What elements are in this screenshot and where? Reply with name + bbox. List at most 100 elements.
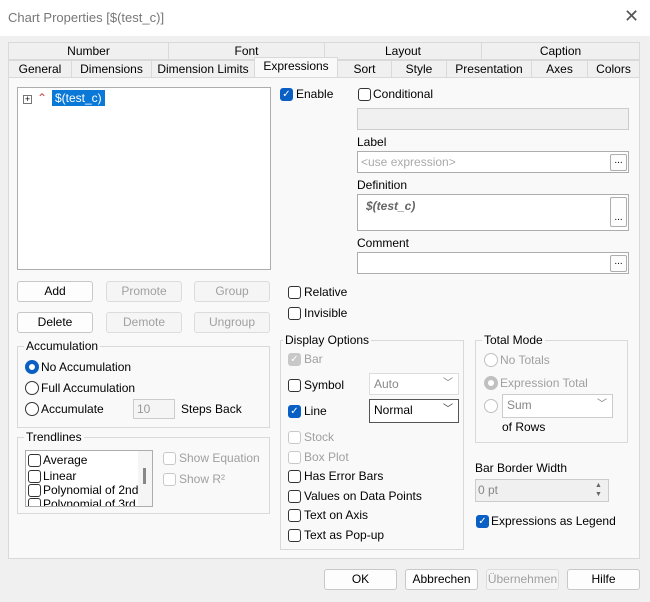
tab-layout[interactable]: Layout — [324, 42, 482, 60]
invisible-checkbox[interactable] — [288, 307, 301, 320]
tab-colors[interactable]: Colors — [587, 60, 640, 78]
comment-label: Comment — [357, 236, 410, 250]
text-on-axis-checkbox[interactable] — [288, 509, 301, 522]
text-popup-checkbox[interactable] — [288, 529, 301, 542]
ok-button[interactable]: OK — [324, 569, 397, 590]
demote-button[interactable]: Demote — [106, 312, 182, 333]
no-totals-label: No Totals — [500, 353, 550, 367]
no-accumulation-label: No Accumulation — [41, 360, 132, 374]
show-equation-checkbox[interactable] — [163, 452, 176, 465]
enable-label: Enable — [296, 87, 334, 101]
tab-number[interactable]: Number — [8, 42, 169, 60]
bar-border-width-value: 0 pt — [478, 483, 499, 497]
window-title: Chart Properties [$(test_c)] — [8, 10, 165, 25]
line-style-value: Normal — [374, 403, 413, 417]
add-button[interactable]: Add — [17, 281, 93, 302]
trendlines-title: Trendlines — [24, 430, 84, 444]
trend-average-checkbox[interactable] — [28, 454, 41, 467]
trend-linear-checkbox[interactable] — [28, 470, 41, 483]
trend-poly3-checkbox[interactable] — [28, 498, 41, 506]
symbol-value: Auto — [374, 377, 399, 391]
box-plot-checkbox[interactable] — [288, 451, 301, 464]
spinner-icon[interactable]: ▲ ▼ — [591, 481, 606, 500]
close-icon[interactable]: ✕ — [624, 6, 639, 27]
bar-checkbox[interactable]: ✓ — [288, 353, 301, 366]
aggregation-value: Sum — [507, 398, 532, 412]
aggregation-select[interactable]: Sum ﹀ — [502, 394, 613, 418]
tab-expressions[interactable]: Expressions — [254, 57, 338, 77]
delete-button[interactable]: Delete — [17, 312, 93, 333]
text-on-axis-label: Text on Axis — [304, 508, 369, 522]
cancel-button[interactable]: Abbrechen — [405, 569, 478, 590]
expand-icon[interactable]: + — [23, 95, 32, 104]
trendlines-list[interactable]: Average Linear Polynomial of 2nd d Polyn… — [25, 450, 153, 507]
conditional-checkbox[interactable] — [358, 88, 371, 101]
no-accumulation-radio[interactable] — [25, 360, 39, 374]
label-input[interactable]: <use expression> — [357, 151, 629, 173]
trend-poly3-label: Polynomial of 3rd de — [43, 497, 153, 507]
trendlines-scrollbar[interactable] — [138, 451, 152, 506]
apply-button[interactable]: Übernehmen — [486, 569, 559, 590]
steps-back-label: Steps Back — [181, 402, 242, 416]
stock-checkbox[interactable] — [288, 431, 301, 444]
symbol-label: Symbol — [304, 378, 345, 392]
accumulate-radio[interactable] — [25, 402, 39, 416]
definition-value: $(test_c) — [366, 199, 416, 213]
accumulation-title: Accumulation — [24, 339, 101, 353]
trend-linear-label: Linear — [43, 469, 77, 483]
symbol-select[interactable]: Auto ﹀ — [369, 373, 459, 395]
tab-general[interactable]: General — [8, 60, 72, 78]
values-on-points-checkbox[interactable] — [288, 490, 301, 503]
bar-border-width-label: Bar Border Width — [475, 461, 568, 475]
total-mode-group: Total Mode — [475, 333, 628, 443]
expression-total-radio[interactable] — [484, 376, 498, 390]
no-totals-radio[interactable] — [484, 353, 498, 367]
of-rows-label: of Rows — [502, 420, 546, 434]
box-plot-label: Box Plot — [304, 450, 349, 464]
label-more-button[interactable]: ... — [610, 154, 627, 171]
tab-sort[interactable]: Sort — [337, 60, 392, 78]
definition-more-button[interactable]: ... — [610, 197, 627, 227]
total-mode-title: Total Mode — [482, 333, 545, 347]
line-chart-icon: ⌃ — [37, 91, 48, 105]
tab-axes[interactable]: Axes — [531, 60, 588, 78]
chevron-down-icon: ﹀ — [443, 378, 453, 389]
full-accumulation-label: Full Accumulation — [41, 381, 136, 395]
expression-tree[interactable]: + ⌃ $(test_c) — [17, 87, 271, 270]
tab-style[interactable]: Style — [391, 60, 447, 78]
aggregation-radio[interactable] — [484, 399, 498, 413]
tab-dimension-limits[interactable]: Dimension Limits — [151, 60, 255, 78]
steps-back-input[interactable]: 10 — [133, 399, 175, 419]
comment-more-button[interactable]: ... — [610, 255, 627, 272]
expression-total-label: Expression Total — [500, 376, 588, 390]
tab-caption[interactable]: Caption — [481, 42, 640, 60]
expression-item[interactable]: $(test_c) — [52, 90, 105, 106]
line-checkbox[interactable]: ✓ — [288, 405, 301, 418]
expressions-legend-checkbox[interactable]: ✓ — [476, 515, 489, 528]
relative-checkbox[interactable] — [288, 286, 301, 299]
relative-label: Relative — [304, 285, 348, 299]
show-r2-checkbox[interactable] — [163, 473, 176, 486]
label-field-label: Label — [357, 135, 387, 149]
symbol-checkbox[interactable] — [288, 379, 301, 392]
help-button[interactable]: Hilfe — [567, 569, 640, 590]
enable-checkbox[interactable]: ✓ — [280, 88, 293, 101]
trend-poly2-checkbox[interactable] — [28, 484, 41, 497]
full-accumulation-radio[interactable] — [25, 381, 39, 395]
definition-input[interactable]: $(test_c) — [357, 194, 629, 231]
conditional-input[interactable] — [357, 108, 629, 130]
show-r2-label: Show R² — [179, 472, 226, 486]
group-button[interactable]: Group — [194, 281, 270, 302]
invisible-label: Invisible — [304, 306, 348, 320]
trend-poly2-label: Polynomial of 2nd d — [43, 483, 149, 497]
promote-button[interactable]: Promote — [106, 281, 182, 302]
tab-presentation[interactable]: Presentation — [446, 60, 532, 78]
error-bars-checkbox[interactable] — [288, 470, 301, 483]
accumulate-label: Accumulate — [41, 402, 104, 416]
ungroup-button[interactable]: Ungroup — [194, 312, 270, 333]
error-bars-label: Has Error Bars — [304, 469, 384, 483]
line-style-select[interactable]: Normal ﹀ — [369, 399, 459, 423]
bar-border-width-input[interactable]: 0 pt ▲ ▼ — [475, 479, 609, 502]
tab-dimensions[interactable]: Dimensions — [71, 60, 152, 78]
comment-input[interactable] — [357, 252, 629, 274]
